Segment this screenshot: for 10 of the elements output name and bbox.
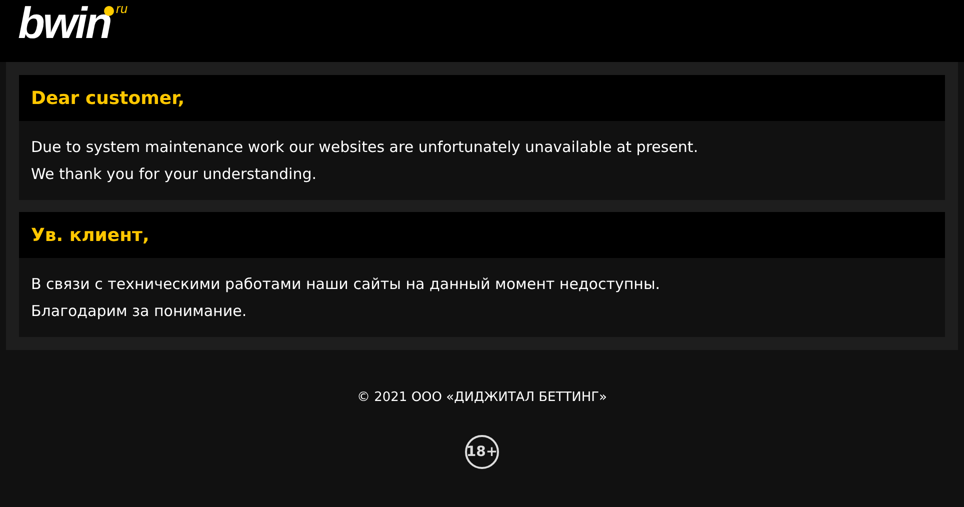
notice-text: Благодарим за понимание.: [31, 301, 248, 322]
notice-text: В связи с техническими работами наши сайты на данный момент недоступны.: [31, 274, 662, 295]
notice-title: Dear customer,: [31, 88, 185, 108]
age-badge: 18+: [465, 435, 499, 469]
copyright-text: © 2021 ООО «ДИДЖИТАЛ БЕТТИНГ»: [356, 390, 608, 405]
logo-wordmark[interactable]: bwin: [18, 2, 110, 46]
notice-title: Ув. клиент,: [31, 224, 150, 246]
logo-suffix: ru: [116, 2, 128, 16]
notice-text: Due to system maintenance work our websites are unfortunately unavailable at present.: [31, 137, 700, 158]
notice-text: We thank you for your understanding.: [31, 164, 318, 185]
